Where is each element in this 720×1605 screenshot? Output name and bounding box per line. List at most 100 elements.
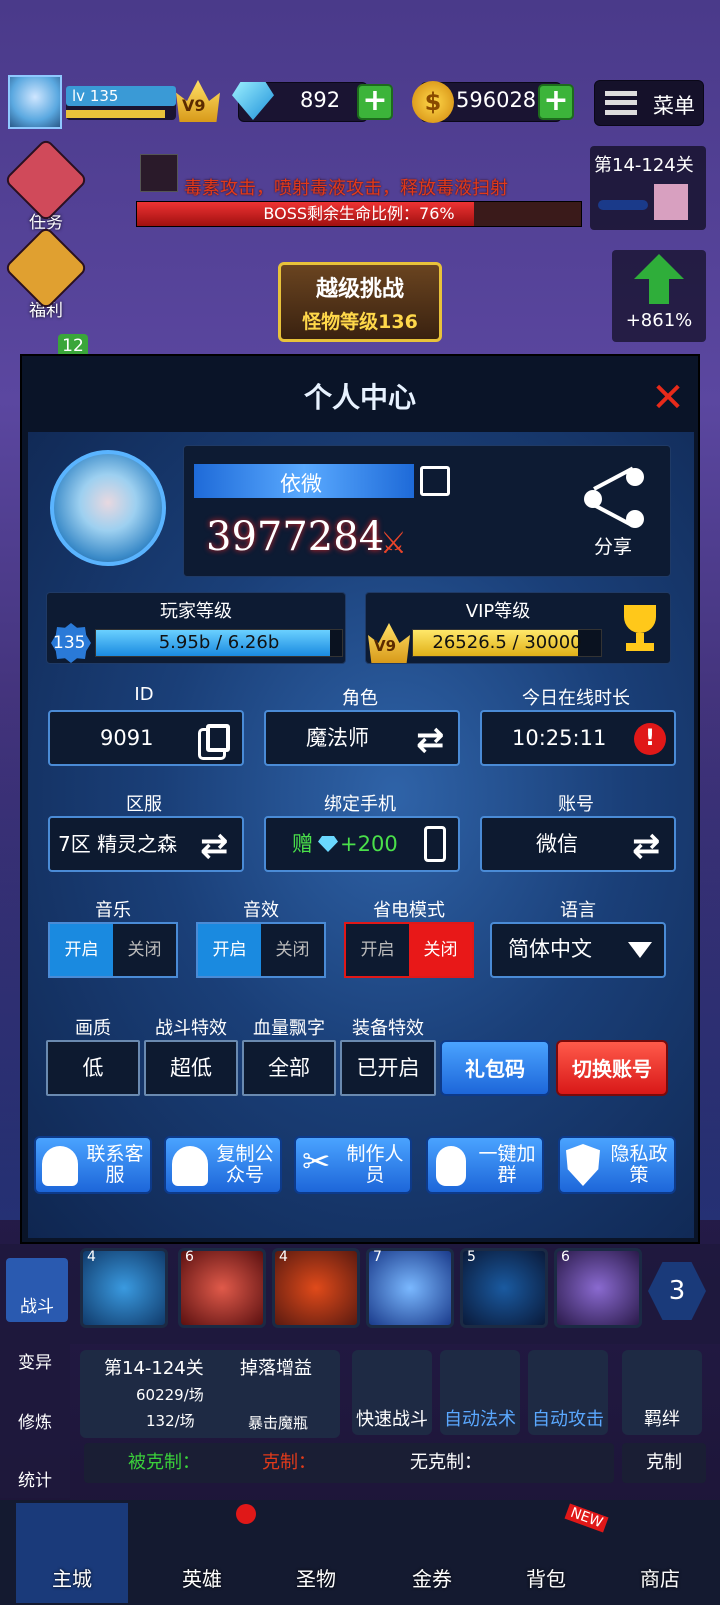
privacy-policy-button[interactable]: 隐私政策	[558, 1136, 676, 1194]
boss-skill-text: 毒素攻击，喷射毒液攻击，释放毒液扫射	[184, 178, 508, 199]
auto-spell-button[interactable]: 自动法术	[440, 1350, 520, 1435]
counter-none: 无克制：	[410, 1452, 482, 1473]
sfx-toggle[interactable]: 开启 关闭	[196, 922, 326, 978]
switch-role-icon[interactable]: ⇄	[416, 714, 445, 766]
stage-panel[interactable]: 第14-124关	[590, 146, 706, 230]
challenge-button[interactable]: 越级挑战 怪物等级136	[278, 262, 442, 342]
online-value: 10:25:11	[512, 726, 607, 750]
info-stage: 第14-124关	[104, 1358, 204, 1379]
power-save-on[interactable]: 开启	[346, 924, 409, 976]
tab-main-city[interactable]: 主城	[16, 1503, 128, 1603]
vip-level-panel: VIP等级 V9 26526.5 / 30000	[365, 592, 671, 664]
id-field: 9091	[48, 710, 244, 766]
wrench-icon: ✂	[302, 1142, 331, 1182]
exp-icon	[634, 254, 684, 304]
power-save-toggle[interactable]: 开启 关闭	[344, 922, 474, 978]
exp-boost-panel[interactable]: +861%	[612, 250, 706, 342]
close-icon[interactable]: ✕	[650, 378, 686, 418]
counter-button[interactable]: 克制	[622, 1443, 706, 1483]
vip-level-label: VIP等级	[465, 601, 531, 622]
trophy-icon[interactable]	[618, 605, 662, 653]
switch-account-button[interactable]: 切换账号	[556, 1040, 668, 1096]
language-select[interactable]: 简体中文	[490, 922, 666, 978]
music-label: 音乐	[95, 900, 131, 921]
tab-vouchers[interactable]: 金券	[376, 1503, 488, 1603]
alert-icon[interactable]: !	[634, 723, 666, 755]
skill-slot-2[interactable]: 6	[178, 1248, 266, 1328]
phone-icon	[424, 826, 446, 862]
nav-mutate-label: 变异	[18, 1353, 52, 1373]
fx-button[interactable]: 超低	[144, 1040, 238, 1096]
tab-shop-label: 商店	[640, 1567, 680, 1591]
switch-server-icon[interactable]: ⇄	[200, 820, 229, 872]
damage-text-button[interactable]: 全部	[242, 1040, 336, 1096]
contact-support-button[interactable]: 联系客服	[34, 1136, 152, 1194]
level-bar: lv 135	[66, 86, 176, 120]
copy-icon[interactable]	[206, 724, 230, 752]
power-save-off[interactable]: 关闭	[409, 924, 472, 976]
equip-fx-button[interactable]: 已开启	[340, 1040, 436, 1096]
bond-button[interactable]: 羁绊	[622, 1350, 702, 1435]
tab-heroes-label: 英雄	[182, 1567, 222, 1591]
nav-stats[interactable]: 统计	[4, 1466, 66, 1491]
crossed-swords-icon: ⚔	[380, 526, 407, 561]
share-label: 分享	[594, 536, 633, 558]
diamond-icon	[318, 836, 338, 852]
nav-stats-label: 统计	[18, 1471, 52, 1491]
skill-slot-1[interactable]: 4	[80, 1248, 168, 1328]
edit-name-icon[interactable]	[420, 466, 450, 496]
penguin-icon	[436, 1146, 466, 1186]
nav-mutate[interactable]: 变异	[4, 1348, 66, 1373]
music-on[interactable]: 开启	[50, 924, 113, 976]
credits-button[interactable]: ✂ 制作人员	[294, 1136, 412, 1194]
welfare-button[interactable]: 福利	[3, 225, 89, 321]
account-label: 账号	[558, 794, 594, 815]
damage-text-label: 血量飘字	[253, 1018, 325, 1039]
skill-level: 6	[185, 1249, 194, 1265]
nav-battle[interactable]: 战斗	[6, 1258, 68, 1322]
sfx-off[interactable]: 关闭	[261, 924, 324, 976]
player-level-panel: 玩家等级 135 5.95b / 6.26b	[46, 592, 346, 664]
phone-field[interactable]: 赠 +200	[264, 816, 460, 872]
player-level-value: 135	[53, 633, 86, 653]
tab-shop[interactable]: 商店	[604, 1503, 716, 1603]
info-exp-rate: 60229/场	[136, 1386, 204, 1404]
tab-main-city-label: 主城	[52, 1567, 92, 1591]
account-value: 微信	[536, 832, 578, 856]
switch-account-icon[interactable]: ⇄	[632, 820, 661, 872]
menu-button[interactable]: 菜单	[594, 80, 704, 126]
avatar[interactable]	[8, 75, 62, 129]
gift-code-button[interactable]: 礼包码	[440, 1040, 550, 1096]
player-exp-bar: 5.95b / 6.26b	[95, 629, 343, 657]
phone-gift-label: 赠	[292, 832, 313, 856]
vip-exp-text: 26526.5 / 30000	[432, 632, 582, 653]
chevron-down-icon	[628, 942, 652, 958]
add-coins-button[interactable]: +	[538, 84, 574, 120]
sfx-on[interactable]: 开启	[198, 924, 261, 976]
copy-official-account-label: 复制公众号	[216, 1143, 274, 1186]
skill-slot-4[interactable]: 7	[366, 1248, 454, 1328]
task-button[interactable]: 任务	[3, 137, 89, 233]
copy-official-account-button[interactable]: 复制公众号	[164, 1136, 282, 1194]
profile-avatar[interactable]	[50, 450, 166, 566]
skill-slot-5[interactable]: 5	[460, 1248, 548, 1328]
add-gems-button[interactable]: +	[357, 84, 393, 120]
stage-boss-icon	[654, 184, 688, 220]
join-group-button[interactable]: 一键加群	[426, 1136, 544, 1194]
tab-relics[interactable]: 圣物	[260, 1503, 372, 1603]
auto-attack-button[interactable]: 自动攻击	[528, 1350, 608, 1435]
skill-slot-3[interactable]: 4	[272, 1248, 360, 1328]
exp-boost-value: +861%	[625, 310, 693, 331]
share-icon[interactable]	[584, 466, 648, 528]
quality-button[interactable]: 低	[46, 1040, 140, 1096]
info-drop: 掉落增益	[240, 1358, 312, 1379]
level-text: lv 135	[72, 87, 119, 105]
nav-train[interactable]: 修炼	[4, 1408, 66, 1433]
quick-battle-button[interactable]: 快速战斗	[352, 1350, 432, 1435]
language-label: 语言	[560, 900, 596, 921]
boss-hp-bar: BOSS剩余生命比例：76%	[136, 201, 582, 227]
music-off[interactable]: 关闭	[113, 924, 176, 976]
skill-slot-6[interactable]: 6	[554, 1248, 642, 1328]
music-toggle[interactable]: 开启 关闭	[48, 922, 178, 978]
gem-amount: 892	[300, 88, 341, 112]
